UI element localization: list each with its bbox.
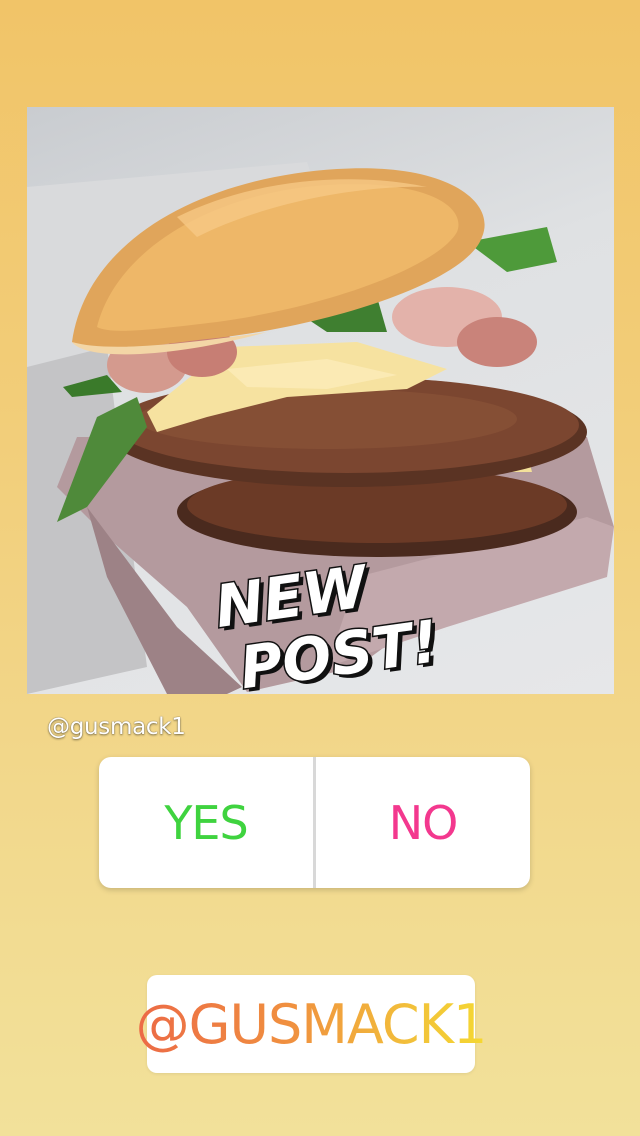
username-tag[interactable]: @gusmack1 bbox=[47, 714, 186, 740]
poll-sticker: YES NO bbox=[99, 757, 530, 888]
poll-option-no[interactable]: NO bbox=[316, 757, 530, 888]
mention-sticker[interactable]: @GUSMACK1 bbox=[136, 975, 487, 1073]
new-post-sticker: NEW NEW POST! POST! bbox=[205, 545, 447, 706]
mention-text: @GUSMACK1 bbox=[135, 992, 488, 1056]
story-view: NEW NEW POST! POST! @gusmack1 YES NO @GU… bbox=[0, 0, 640, 1136]
poll-option-yes[interactable]: YES bbox=[99, 757, 313, 888]
